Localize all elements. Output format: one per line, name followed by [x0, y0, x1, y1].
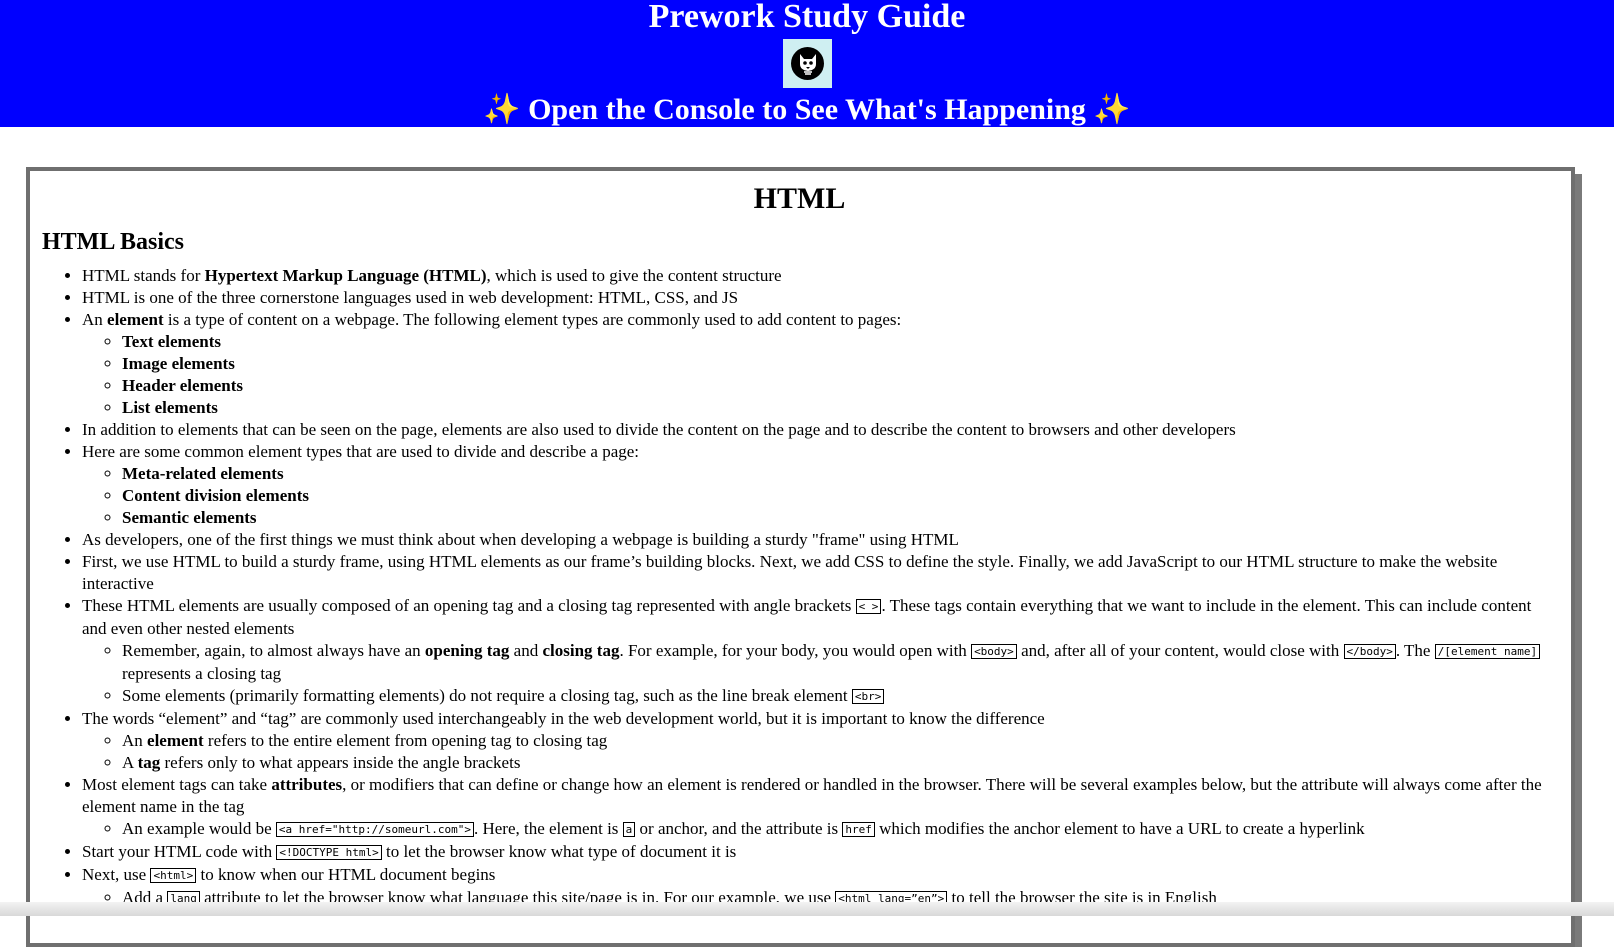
sub-list-item: List elements [122, 397, 1557, 419]
code-snippet: < > [855, 599, 882, 614]
code-snippet: </body> [1343, 644, 1396, 659]
sub-list-item: Header elements [122, 375, 1557, 397]
section-heading: HTML Basics [42, 229, 185, 255]
code-snippet: <html> [150, 868, 197, 883]
sub-list-item: Remember, again, to almost always have a… [122, 640, 1557, 685]
sub-list: Text elements Image elements Header elem… [82, 331, 1557, 419]
sub-list-item: An element refers to the entire element … [122, 730, 1557, 752]
subtitle: ✨ Open the Console to See What's Happeni… [0, 92, 1614, 128]
list-item: An element is a type of content on a web… [82, 309, 1557, 419]
sparkle-icon-left: ✨ [483, 93, 521, 126]
list-item: HTML is one of the three cornerstone lan… [82, 287, 1557, 309]
window-bottom-edge [0, 902, 1614, 916]
sub-list: Meta-related elements Content division e… [82, 463, 1557, 529]
list-item: The words “element” and “tag” are common… [82, 708, 1557, 774]
sparkle-icon-right: ✨ [1093, 93, 1131, 126]
code-snippet: a [622, 822, 636, 837]
list-item: These HTML elements are usually composed… [82, 595, 1557, 708]
list-item: As developers, one of the first things w… [82, 529, 1557, 551]
code-snippet: <br> [851, 689, 885, 704]
code-snippet: <body> [971, 644, 1017, 659]
sub-list: Remember, again, to almost always have a… [82, 640, 1557, 708]
code-snippet: href [842, 822, 875, 837]
list-item: First, we use HTML to build a sturdy fra… [82, 551, 1557, 595]
card-heading: HTML [753, 182, 846, 215]
code-snippet: /[element name] [1434, 644, 1541, 659]
html-card: HTML HTML Basics HTML stands for Hyperte… [26, 167, 1575, 947]
sub-list: An element refers to the entire element … [82, 730, 1557, 774]
page-title: Prework Study Guide [648, 0, 966, 35]
sub-list-item: Semantic elements [122, 507, 1557, 529]
code-snippet: <a href="http://someurl.com"> [275, 822, 474, 837]
list-item: In addition to elements that can be seen… [82, 419, 1557, 441]
list-item: Here are some common element types that … [82, 441, 1557, 529]
sub-list-item: A tag refers only to what appears inside… [122, 752, 1557, 774]
page-header: Prework Study Guide ✨ Open the Console t… [0, 0, 1614, 127]
sub-list-item: Meta-related elements [122, 463, 1557, 485]
logo [782, 39, 832, 88]
list-item: Start your HTML code with <!DOCTYPE html… [82, 841, 1557, 864]
code-snippet: <!DOCTYPE html> [276, 845, 382, 860]
subtitle-text: Open the Console to See What's Happening [528, 93, 1086, 126]
sub-list-item: Text elements [122, 331, 1557, 353]
sub-list: An example would be <a href="http://some… [82, 818, 1557, 841]
list-item: HTML stands for Hypertext Markup Languag… [82, 265, 1557, 287]
sub-list-item: Some elements (primarily formatting elem… [122, 685, 1557, 708]
cat-skull-icon [799, 54, 816, 75]
notes-list: HTML stands for Hypertext Markup Languag… [42, 265, 1557, 910]
sub-list-item: Image elements [122, 353, 1557, 375]
sub-list-item: An example would be <a href="http://some… [122, 818, 1557, 841]
list-item: Most element tags can take attributes, o… [82, 774, 1557, 841]
sub-list-item: Content division elements [122, 485, 1557, 507]
